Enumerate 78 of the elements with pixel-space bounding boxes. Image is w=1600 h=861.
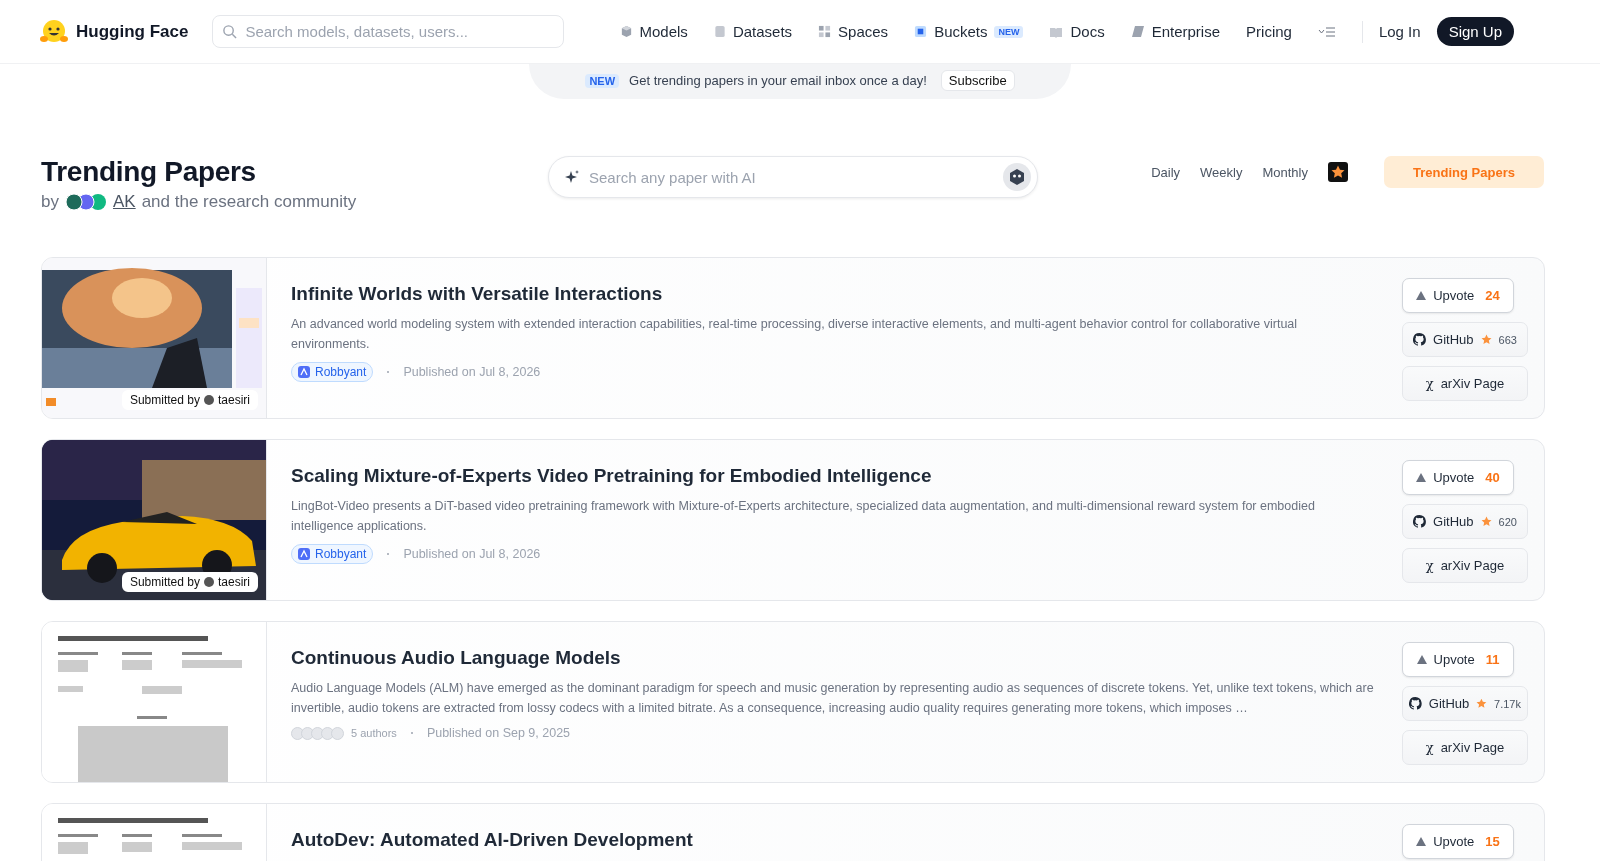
paper-title[interactable]: Scaling Mixture-of-Experts Video Pretraining for Embodied Intelligence xyxy=(291,465,1378,487)
arxiv-button[interactable]: χ arXiv Page xyxy=(1402,548,1528,583)
org-logo-icon xyxy=(298,366,310,378)
database-icon xyxy=(713,25,726,38)
github-button[interactable]: GitHub 7.17k xyxy=(1402,686,1528,721)
upvote-button[interactable]: Upvote 40 xyxy=(1402,460,1514,495)
brand-name[interactable]: Hugging Face xyxy=(76,21,189,42)
by-text: and the research community xyxy=(141,192,357,212)
search-field[interactable]: Search models, datasets, users... xyxy=(212,15,565,48)
github-button[interactable]: GitHub 663 xyxy=(1402,322,1528,357)
robot-icon[interactable] xyxy=(1002,162,1032,192)
nav-link[interactable]: Docs xyxy=(1049,23,1105,40)
paper-summary: An advanced world modeling system with extended interaction capabilities, real-time processing, diverse interactive elements, and multi-agent behavior control for collaborative virtual environments. xyxy=(291,316,1299,353)
github-icon xyxy=(1413,333,1427,346)
paper-summary: Audio Language Models (ALM) have emerged as the dominant paradigm for speech and music generation by representing audio as sequences of discrete tokens. Yet, unlike text tokens, which are invertible, audio tokens are extracted from lossy codecs with a limited bitrate. As a consequence, increasing audio quality requires generating more tokens, which imposes … xyxy=(291,680,1375,717)
upvote-button[interactable]: Upvote 11 xyxy=(1402,642,1514,677)
nav-link[interactable]: Datasets xyxy=(713,23,793,40)
paper-search-field[interactable]: Search any paper with AI xyxy=(548,156,1038,198)
upvote-button[interactable]: Upvote 15 xyxy=(1402,824,1514,859)
upvote-triangle-icon xyxy=(1416,473,1427,482)
paper-summary: LingBot-Video presents a DiT-based video pretraining framework with Mixture-of-Experts architecture, specialized data augmentation, and multi-dimensional reward system for embodied intelligence applications. xyxy=(291,498,1316,535)
published-date: Published on Sep 9, 2025 xyxy=(426,726,571,740)
by-label: by xyxy=(41,192,59,212)
arxiv-button[interactable]: χ arXiv Page xyxy=(1402,730,1528,765)
published-date: Published on Jul 8, 2026 xyxy=(403,365,541,379)
upvote-triangle-icon xyxy=(1416,655,1427,664)
search-icon xyxy=(222,24,238,39)
subscribe-button[interactable]: Subscribe xyxy=(940,70,1015,91)
signup-button[interactable]: Sign Up xyxy=(1436,17,1514,46)
submitted-label: Submitted by xyxy=(129,393,200,407)
bucket-icon xyxy=(914,25,928,38)
organization-tag[interactable]: Robbyant xyxy=(291,544,374,564)
smiley-logo-icon[interactable] xyxy=(40,18,68,45)
nav-link[interactable]: Models xyxy=(619,23,688,40)
submitter-name[interactable]: taesiri xyxy=(218,575,250,589)
author-avatars-icon xyxy=(291,726,341,740)
submitted-label: Submitted by xyxy=(129,575,200,589)
github-button[interactable]: GitHub 620 xyxy=(1402,504,1528,539)
published-date: Published on Jul 8, 2026 xyxy=(403,547,541,561)
star-icon xyxy=(1476,698,1488,709)
new-badge: NEW xyxy=(994,25,1024,38)
nav-link[interactable]: Enterprise xyxy=(1130,23,1221,40)
new-badge: NEW xyxy=(585,73,620,88)
page-title: Trending Papers xyxy=(41,156,257,188)
upvote-triangle-icon xyxy=(1416,837,1427,846)
nav-link[interactable]: Spaces xyxy=(818,23,889,40)
period-tab[interactable]: Daily xyxy=(1151,161,1181,183)
book-icon xyxy=(1049,25,1064,38)
cube-icon xyxy=(619,25,633,38)
nav-link[interactable]: Pricing xyxy=(1246,23,1292,40)
submitter-name[interactable]: taesiri xyxy=(218,393,250,407)
login-link[interactable]: Log In xyxy=(1378,23,1421,40)
tag-icon xyxy=(1130,25,1145,38)
avatar-icon xyxy=(204,395,214,405)
star-icon xyxy=(1480,334,1492,345)
arxiv-button[interactable]: χ arXiv Page xyxy=(1402,366,1528,401)
upvote-button[interactable]: Upvote 24 xyxy=(1402,278,1514,313)
github-icon xyxy=(1409,697,1422,710)
star-icon xyxy=(1480,516,1492,527)
github-icon xyxy=(1413,515,1427,528)
period-tab[interactable]: Monthly xyxy=(1262,161,1308,183)
org-logo-icon xyxy=(298,548,310,560)
banner-text: Get trending papers in your email inbox once a day! xyxy=(629,73,927,88)
avatar-group-icon xyxy=(64,193,107,211)
grid-icon xyxy=(818,25,832,38)
chi-icon: χ xyxy=(1425,376,1434,391)
organization-tag[interactable]: Robbyant xyxy=(291,362,374,382)
nav-link[interactable]: Buckets NEW xyxy=(914,23,1024,40)
paper-title[interactable]: AutoDev: Automated AI-Driven Development xyxy=(291,829,1378,851)
author-link[interactable]: AK xyxy=(112,192,136,212)
period-tab[interactable]: Weekly xyxy=(1200,161,1243,183)
avatar-icon xyxy=(204,577,214,587)
chi-icon: χ xyxy=(1425,740,1434,755)
paper-title[interactable]: Infinite Worlds with Versatile Interactions xyxy=(291,283,1378,305)
paper-title[interactable]: Continuous Audio Language Models xyxy=(291,647,1378,669)
chi-icon: χ xyxy=(1425,558,1434,573)
upvote-triangle-icon xyxy=(1416,291,1427,300)
authors-count: 5 authors xyxy=(351,727,397,739)
